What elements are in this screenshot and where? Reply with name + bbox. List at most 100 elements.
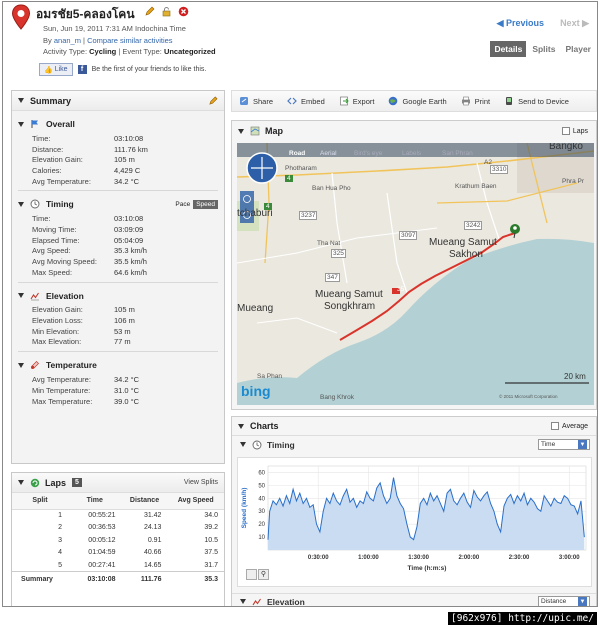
- print-button[interactable]: Print: [454, 96, 497, 106]
- summary-panel: Summary Overall Time: 03:10:08 Distance: 11…: [11, 90, 225, 464]
- y-axis-label: Speed (km/h): [241, 488, 248, 529]
- tab-player[interactable]: Player: [561, 41, 595, 57]
- compare-similar-link[interactable]: Compare similar activities: [87, 36, 172, 45]
- laps-checkbox-box[interactable]: [561, 127, 570, 135]
- collapse-triangle-icon[interactable]: [18, 201, 24, 207]
- lap-row[interactable]: 2 00:36:53 24.13 39.2: [12, 522, 224, 535]
- collapse-triangle-icon[interactable]: [240, 442, 246, 447]
- user-link[interactable]: anan_m: [54, 36, 81, 45]
- map-labels-toggle[interactable]: Labels: [402, 150, 421, 157]
- average-checkbox[interactable]: Average: [551, 422, 588, 430]
- lap-cell: 00:36:53: [88, 524, 116, 532]
- stat-row: Avg Temperature: 34.2 °C: [18, 176, 218, 187]
- activity-byline: By anan_m | Compare similar activities: [43, 35, 173, 45]
- timing-header[interactable]: Timing Pace Speed: [18, 195, 218, 213]
- collapse-triangle-icon[interactable]: [238, 423, 244, 429]
- x-tick-label: 3:00:00: [559, 555, 580, 561]
- lap-cell: 4: [58, 549, 62, 557]
- facebook-logo-icon: f: [77, 65, 87, 74]
- map-type-road[interactable]: Road: [289, 150, 305, 157]
- divider: [18, 281, 218, 283]
- bing-logo: bing: [241, 383, 271, 399]
- laps-header[interactable]: Laps 5 View Splits: [12, 473, 224, 493]
- activity-title: อมรชัย5-คลองโคน: [36, 7, 135, 21]
- overall-section: Overall Time: 03:10:08 Distance: 111.76 km E…: [12, 115, 224, 192]
- share-button[interactable]: Share: [232, 96, 280, 106]
- activity-pin-icon: [11, 4, 31, 30]
- export-button[interactable]: Export: [332, 96, 382, 106]
- stat-label: Distance:: [32, 144, 64, 154]
- elevation-header[interactable]: Elevation: [18, 287, 218, 305]
- edit-summary-pencil-icon[interactable]: [208, 96, 218, 106]
- map-type-aerial[interactable]: Aerial: [320, 150, 337, 157]
- timing-chart[interactable]: 10 20 30 40 50 60 0:30:00 1:00:00 1:30:00 2:00:00…: [237, 457, 592, 587]
- tab-splits[interactable]: Splits: [528, 41, 559, 57]
- stat-row: Elapsed Time: 05:04:09: [18, 235, 218, 246]
- map-label-ban-hua-pho: Ban Hua Pho: [312, 185, 351, 192]
- road-shield: 347: [325, 273, 340, 282]
- divider: [18, 190, 218, 192]
- lap-row[interactable]: 3 00:05:12 0.91 10.5: [12, 534, 224, 547]
- road-shield: 3310: [490, 165, 509, 174]
- stat-label: Min Elevation:: [32, 326, 80, 336]
- collapse-triangle-icon[interactable]: [18, 121, 24, 127]
- charts-header[interactable]: Charts Average: [232, 417, 596, 435]
- map-label-sa-phan: Sa Phan: [257, 373, 282, 380]
- stat-row: Distance: 111.76 km: [18, 144, 218, 155]
- route-map[interactable]: Road Aerial Bird's eye Labels San Phran …: [237, 143, 594, 405]
- facebook-like-button[interactable]: 👍 Like: [39, 63, 73, 76]
- timing-xaxis-select[interactable]: Time ▼: [538, 439, 590, 450]
- stat-label: Time:: [32, 133, 51, 143]
- map-icon: [250, 126, 260, 136]
- view-splits-link[interactable]: View Splits: [184, 479, 218, 486]
- laps-column-header: Distance: [121, 493, 168, 510]
- timing-chart-header[interactable]: Timing Time ▼: [232, 435, 596, 453]
- map-label-photharam: Photharam: [285, 165, 317, 172]
- next-activity-link[interactable]: Next ▶: [560, 18, 589, 29]
- tab-details[interactable]: Details: [490, 41, 527, 57]
- watermark: [962x976] http://upic.me/: [448, 612, 597, 625]
- map-type-birds-eye[interactable]: Bird's eye: [354, 150, 382, 157]
- speed-toggle[interactable]: Speed: [193, 199, 218, 209]
- elevation-chart-header[interactable]: Elevation Distance ▼: [232, 593, 596, 606]
- device-icon: [506, 97, 513, 105]
- map-laps-checkbox[interactable]: Laps: [561, 127, 588, 135]
- lap-row[interactable]: 4 01:04:59 40.66 37.5: [12, 547, 224, 560]
- map-label-bang-khrok: Bang Khrok: [320, 394, 354, 401]
- elevation-xaxis-select[interactable]: Distance ▼: [538, 596, 590, 606]
- share-icon: [240, 97, 248, 105]
- collapse-triangle-icon[interactable]: [18, 98, 24, 103]
- zoom-magnifier-icon[interactable]: ⚲: [258, 569, 269, 580]
- collapse-triangle-icon[interactable]: [18, 362, 24, 368]
- road-shield: 35: [397, 286, 405, 293]
- collapse-triangle-icon[interactable]: [18, 293, 24, 299]
- lap-cell: 31.7: [204, 561, 218, 569]
- embed-icon: [287, 97, 297, 105]
- stat-label: Moving Time:: [32, 224, 77, 234]
- edit-pencil-icon[interactable]: [144, 6, 155, 17]
- google-earth-button[interactable]: Google Earth: [381, 96, 453, 106]
- overall-header[interactable]: Overall: [18, 115, 218, 133]
- lock-icon[interactable]: [161, 6, 172, 17]
- average-checkbox-box[interactable]: [551, 422, 560, 430]
- collapse-triangle-icon[interactable]: [238, 128, 244, 134]
- lap-row[interactable]: 5 00:27:41 14.65 31.7: [12, 559, 224, 572]
- collapse-triangle-icon[interactable]: [18, 480, 24, 485]
- lap-row[interactable]: 1 00:55:21 31.42 34.0: [12, 509, 224, 522]
- send-to-device-button[interactable]: Send to Device: [497, 96, 576, 106]
- overall-stats: Time: 03:10:08 Distance: 111.76 km Elevation…: [18, 133, 218, 186]
- pace-speed-toggle: Pace Speed: [172, 199, 218, 209]
- activity-pager: ◀ Previous Next ▶: [497, 18, 589, 29]
- zoom-reset-icon[interactable]: [246, 569, 257, 580]
- map-header[interactable]: Map Laps: [232, 121, 596, 141]
- delete-icon[interactable]: [178, 6, 189, 17]
- temperature-header[interactable]: Temperature: [18, 356, 218, 374]
- previous-activity-link[interactable]: ◀ Previous: [497, 18, 544, 29]
- x-tick-label: 2:00:00: [458, 555, 479, 561]
- stat-label: Time:: [32, 214, 51, 224]
- collapse-triangle-icon[interactable]: [240, 599, 246, 604]
- summary-header[interactable]: Summary: [12, 91, 224, 111]
- embed-button[interactable]: Embed: [280, 96, 332, 106]
- pace-toggle[interactable]: Pace: [172, 200, 193, 209]
- laps-table-header: Split Time Distance Avg Speed: [12, 493, 224, 510]
